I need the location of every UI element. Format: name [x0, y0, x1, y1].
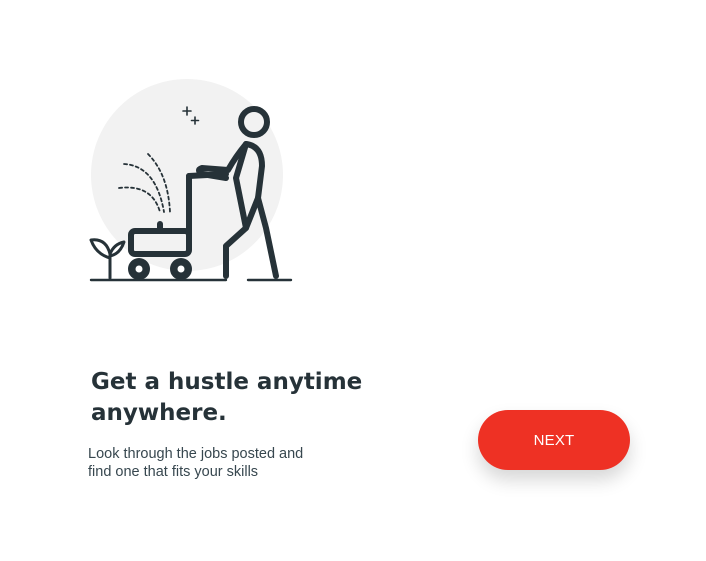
subtitle-line-1: Look through the jobs posted and	[88, 446, 304, 462]
subtitle-line-2: find one that fits your skills	[88, 464, 259, 480]
page-title: Get a hustle anytime anywhere.	[91, 369, 363, 426]
lawn-mower-illustration	[86, 78, 298, 288]
person-pushing-lawn-mower-icon	[89, 79, 293, 282]
page-subtitle: Look through the jobs posted and find on…	[88, 445, 318, 481]
next-button[interactable]: NEXT	[478, 410, 630, 470]
